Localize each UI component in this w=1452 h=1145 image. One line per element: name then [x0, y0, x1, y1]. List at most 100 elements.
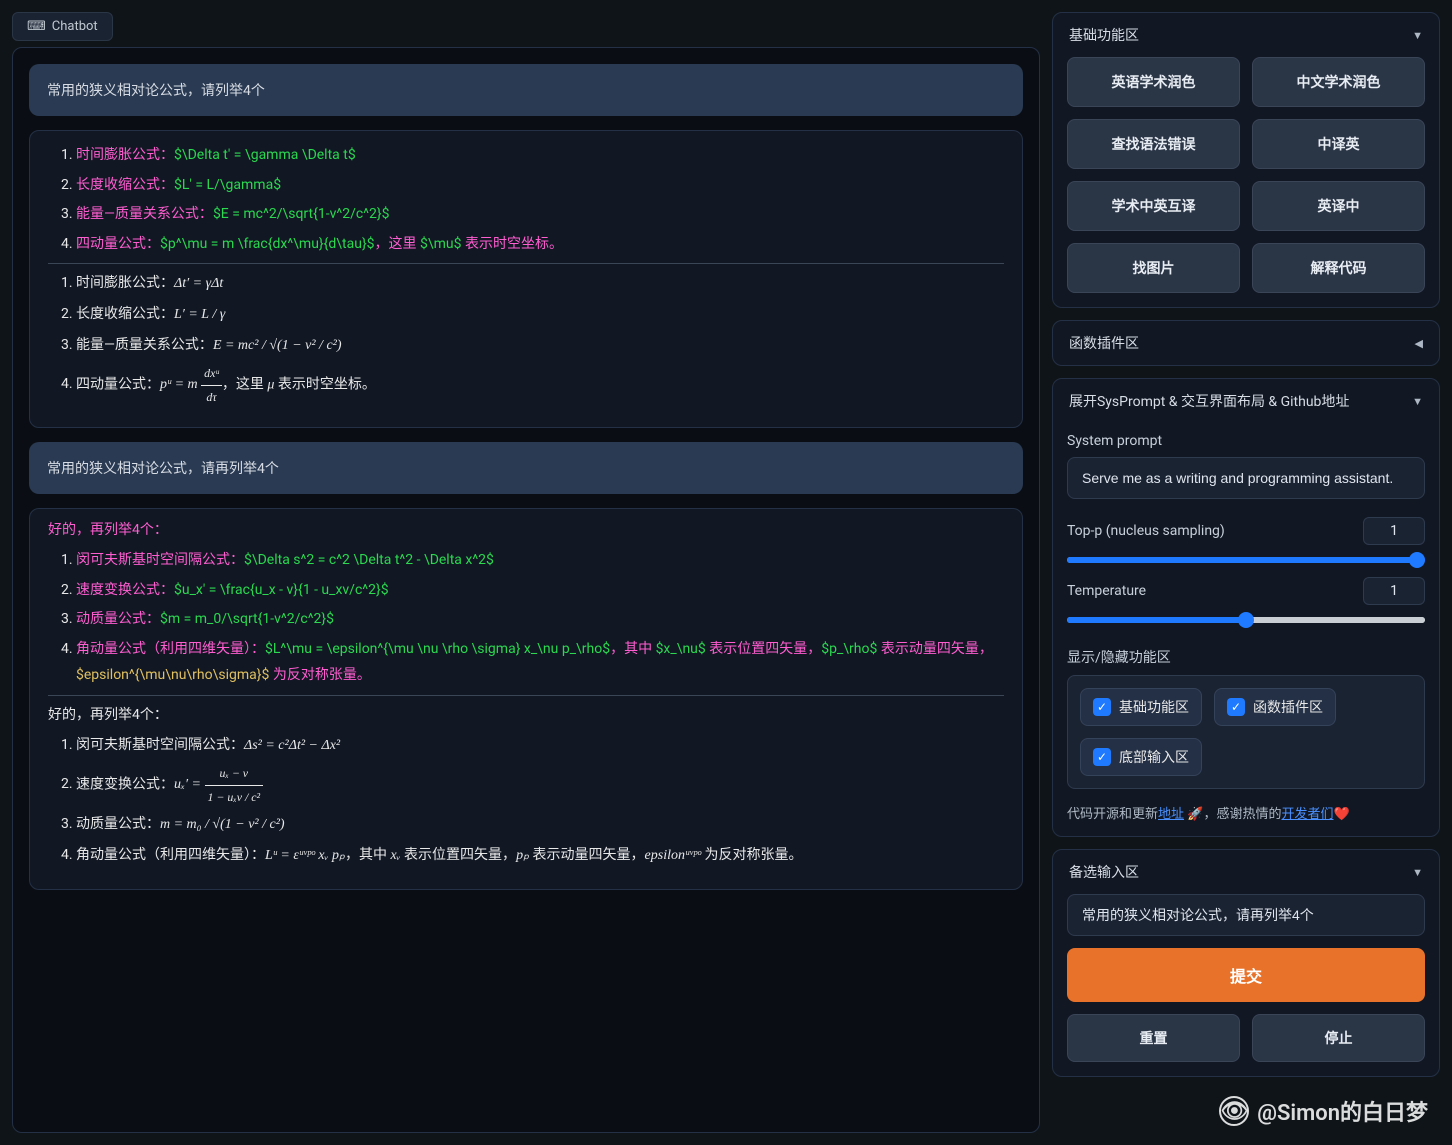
advanced-panel-header[interactable]: 展开SysPrompt & 交互界面布局 & Github地址 ▼ [1053, 379, 1439, 423]
submit-button[interactable]: 提交 [1067, 948, 1425, 1002]
txt: 时间膨胀公式： [76, 275, 174, 291]
txt: 角动量公式（利用四维矢量）： [76, 641, 265, 657]
txt: 角动量公式（利用四维矢量）： [76, 847, 265, 863]
visibility-label: 显示/隐藏功能区 [1067, 647, 1425, 667]
tex: $p^\mu = m \frac{dx^\mu}{d\tau}$ [160, 236, 375, 252]
math: Lᵘ = εᵘᵛᵖᵒ xᵥ pₚ [265, 848, 345, 863]
assistant-message: 好的，再列举4个： 闵可夫斯基时空间隔公式：$\Delta s^2 = c^2 … [29, 508, 1023, 889]
tab-bar: ⌨ Chatbot [12, 12, 1040, 41]
user-message: 常用的狭义相对论公式，请列举4个 [29, 64, 1023, 116]
txt: 表示位置四矢量， [401, 847, 516, 863]
tex: $\Delta t' = \gamma \Delta t$ [174, 147, 356, 163]
tex: $\Delta s^2 = c^2 \Delta t^2 - \Delta x^… [244, 552, 494, 568]
preset-explain-code[interactable]: 解释代码 [1252, 243, 1425, 293]
txt: 表示位置四矢量， [706, 641, 821, 657]
checkbox-input[interactable]: ✓ 底部输入区 [1080, 738, 1202, 776]
input-panel-header[interactable]: 备选输入区 ▼ [1053, 850, 1439, 894]
system-prompt-input[interactable] [1067, 457, 1425, 499]
temperature-slider[interactable] [1067, 617, 1425, 623]
preset-academic-translate[interactable]: 学术中英互译 [1067, 181, 1240, 231]
chatbot-tab[interactable]: ⌨ Chatbot [12, 12, 113, 41]
prompt-input[interactable] [1067, 894, 1425, 936]
math: xᵥ [390, 848, 400, 863]
chat-icon: ⌨ [27, 19, 46, 34]
preset-en-to-zh[interactable]: 英译中 [1252, 181, 1425, 231]
preset-english-polish[interactable]: 英语学术润色 [1067, 57, 1240, 107]
preset-zh-to-en[interactable]: 中译英 [1252, 119, 1425, 169]
tex: $x_\nu$ [656, 641, 706, 657]
tex: $E = mc^2/\sqrt{1-v^2/c^2}$ [213, 206, 390, 222]
math: m = m₀ / √(1 − v² / c²) [160, 817, 285, 832]
math: uₓ′ = uₓ − v1 − uₓv / c² [174, 777, 263, 792]
panel-title: 函数插件区 [1069, 333, 1139, 353]
txt: 时间膨胀公式： [76, 147, 174, 163]
txt: ，其中 [610, 641, 655, 657]
chevron-down-icon: ▼ [1412, 395, 1423, 408]
txt: ，其中 [345, 847, 390, 863]
heart-icon: ❤️ [1333, 807, 1349, 822]
tex: $m = m_0/\sqrt{1-v^2/c^2}$ [160, 611, 334, 627]
tex: $L' = L/\gamma$ [174, 177, 281, 193]
txt: 表示动量四矢量， [877, 641, 992, 657]
panel-title: 基础功能区 [1069, 25, 1139, 45]
txt: 四动量公式： [76, 236, 160, 252]
check-icon: ✓ [1093, 748, 1111, 766]
intro: 好的，再列举4个： [48, 517, 1004, 544]
topp-value[interactable]: 1 [1363, 517, 1425, 545]
preset-chinese-polish[interactable]: 中文学术润色 [1252, 57, 1425, 107]
reset-button[interactable]: 重置 [1067, 1014, 1240, 1062]
basic-panel-header[interactable]: 基础功能区 ▼ [1053, 13, 1439, 57]
preset-find-image[interactable]: 找图片 [1067, 243, 1240, 293]
txt: 四动量公式： [76, 376, 160, 392]
txt: 速度变换公式： [76, 776, 174, 792]
preset-grammar-check[interactable]: 查找语法错误 [1067, 119, 1240, 169]
math: epsilonᵘᵛᵖᵒ [645, 848, 701, 863]
rocket-icon: 🚀 [1187, 807, 1203, 822]
chevron-down-icon: ▼ [1412, 866, 1423, 879]
txt: ，这里 [375, 236, 420, 252]
footer-text: 代码开源和更新地址 🚀，感谢热情的开发者们❤️ [1067, 803, 1425, 822]
txt: 能量—质量关系公式： [76, 206, 213, 222]
checkbox-basic[interactable]: ✓ 基础功能区 [1080, 688, 1202, 726]
topp-label: Top-p (nucleus sampling) [1067, 523, 1351, 539]
math: Δt′ = γΔt [174, 276, 223, 291]
txt: 速度变换公式： [76, 582, 174, 598]
txt: 表示时空坐标。 [274, 376, 375, 392]
basic-panel: 基础功能区 ▼ 英语学术润色 中文学术润色 查找语法错误 中译英 学术中英互译 … [1052, 12, 1440, 308]
math: Δs² = c²Δt² − Δx² [244, 738, 340, 753]
txt: 长度收缩公式： [76, 306, 174, 322]
panel-title: 展开SysPrompt & 交互界面布局 & Github地址 [1069, 391, 1349, 411]
input-panel: 备选输入区 ▼ 提交 重置 停止 [1052, 849, 1440, 1077]
chat-log: 常用的狭义相对论公式，请列举4个 时间膨胀公式：$\Delta t' = \ga… [12, 47, 1040, 1133]
checkbox-label: 函数插件区 [1253, 697, 1323, 717]
temperature-value[interactable]: 1 [1363, 577, 1425, 605]
developers-link[interactable]: 开发者们 [1281, 807, 1333, 822]
repo-link[interactable]: 地址 [1158, 807, 1184, 822]
checkbox-label: 底部输入区 [1119, 747, 1189, 767]
chevron-left-icon: ◀ [1415, 337, 1423, 350]
check-icon: ✓ [1227, 698, 1245, 716]
visibility-group: ✓ 基础功能区 ✓ 函数插件区 ✓ 底部输入区 [1067, 675, 1425, 789]
txt: 闵可夫斯基时空间隔公式： [76, 552, 244, 568]
txt: 表示动量四矢量， [529, 847, 644, 863]
tex: $epsilon^{\mu\nu\rho\sigma}$ [76, 667, 269, 683]
checkbox-plugins[interactable]: ✓ 函数插件区 [1214, 688, 1336, 726]
txt: ，这里 [222, 376, 267, 392]
stop-button[interactable]: 停止 [1252, 1014, 1425, 1062]
txt: 为反对称张量。 [269, 667, 370, 683]
tex: $\mu$ [420, 236, 461, 252]
plugins-panel-header[interactable]: 函数插件区 ◀ [1053, 321, 1439, 365]
user-message: 常用的狭义相对论公式，请再列举4个 [29, 442, 1023, 494]
txt: 动质量公式： [76, 611, 160, 627]
checkbox-label: 基础功能区 [1119, 697, 1189, 717]
panel-title: 备选输入区 [1069, 862, 1139, 882]
math: E = mc² / √(1 − v² / c²) [213, 338, 342, 353]
txt: 表示时空坐标。 [462, 236, 563, 252]
intro: 好的，再列举4个： [48, 702, 1004, 729]
check-icon: ✓ [1093, 698, 1111, 716]
tex: $L^\mu = \epsilon^{\mu \nu \rho \sigma} … [265, 641, 610, 657]
topp-slider[interactable] [1067, 557, 1425, 563]
temperature-label: Temperature [1067, 583, 1351, 599]
plugins-panel: 函数插件区 ◀ [1052, 320, 1440, 366]
advanced-panel: 展开SysPrompt & 交互界面布局 & Github地址 ▼ System… [1052, 378, 1440, 837]
